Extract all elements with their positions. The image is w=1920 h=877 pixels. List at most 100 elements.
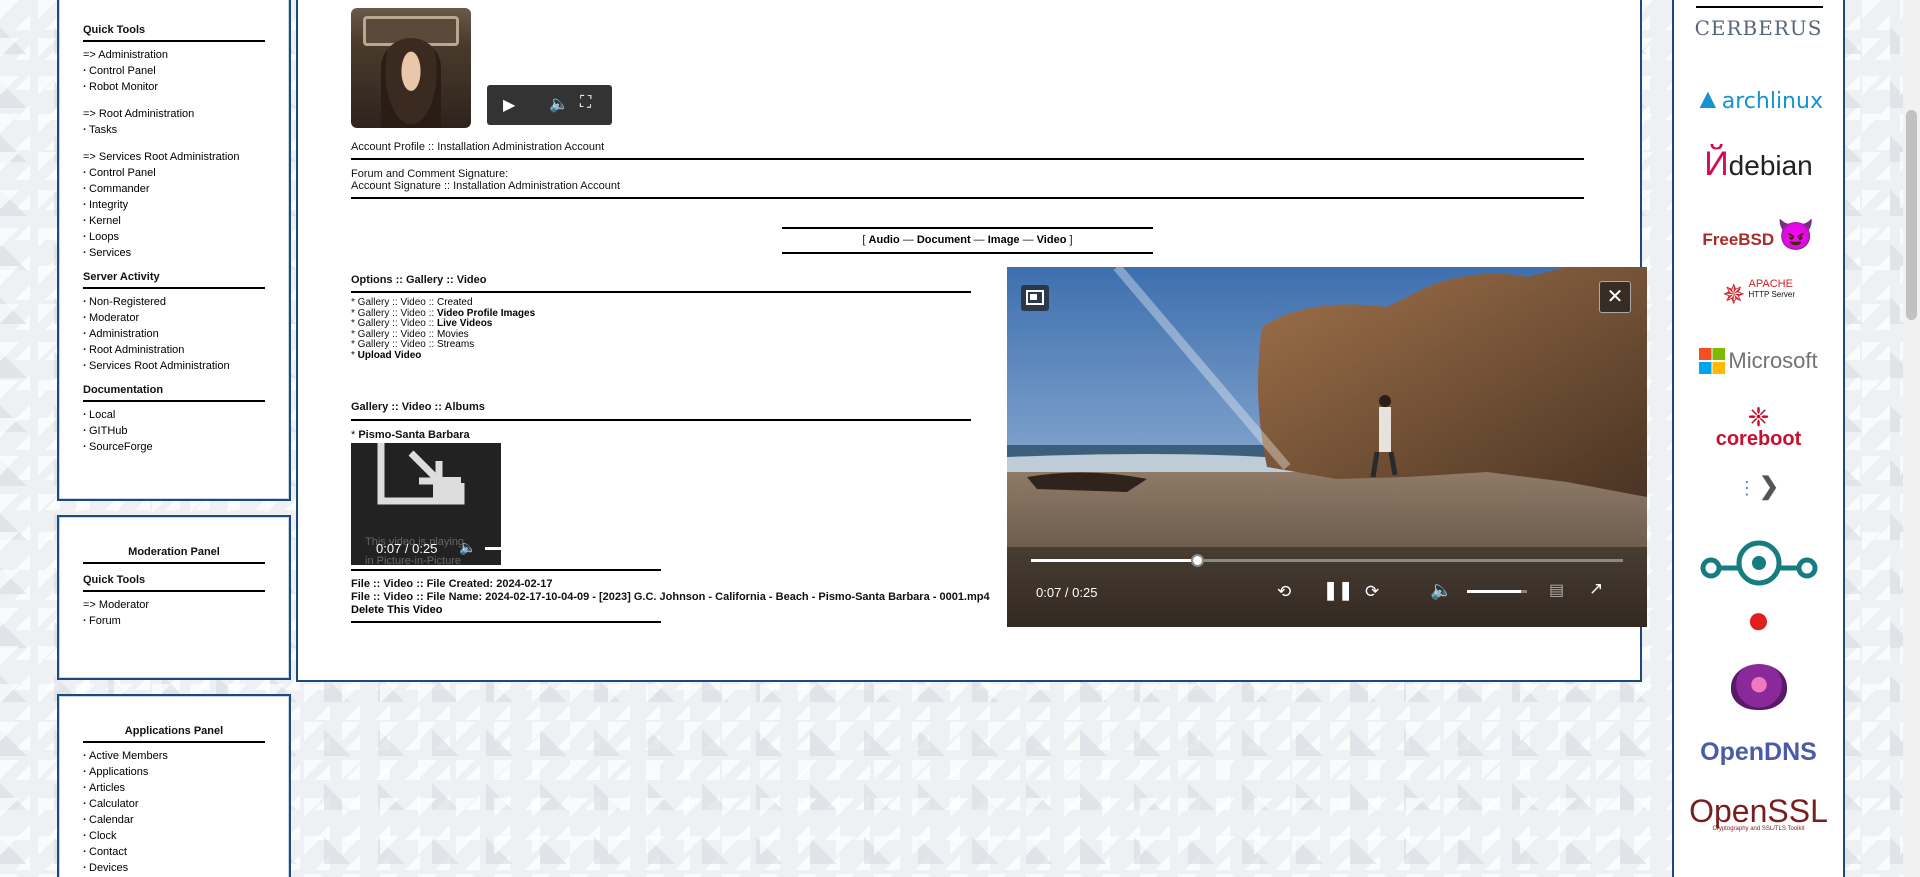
moderation-item-forum[interactable]: · Forum (83, 613, 265, 629)
nav-item-services-root-administration[interactable]: => Services Root Administration (83, 149, 265, 165)
profile-video-thumbnail[interactable] (351, 8, 471, 128)
album-video-placeholder[interactable]: This video is playing in Picture-in-Pict… (351, 443, 501, 565)
lineageos-logo[interactable] (1674, 538, 1843, 591)
file-created: File :: Video :: File Created: 2024-02-1… (351, 578, 553, 590)
server-activity-title: Server Activity (83, 267, 265, 289)
nav-item-loops[interactable]: · Loops (83, 229, 265, 245)
options-title: Options :: Gallery :: Video (351, 274, 487, 286)
media-tab-image[interactable]: Image (988, 234, 1020, 246)
server-activity-services-root-administration[interactable]: · Services Root Administration (83, 358, 265, 374)
opendns-logo[interactable]: OpenDNS (1674, 738, 1843, 767)
nav-item-root-administration[interactable]: => Root Administration (83, 106, 265, 122)
fullscreen-icon[interactable]: ⛶ (580, 94, 591, 112)
pip-progress-bar[interactable] (1031, 554, 1623, 567)
nav-separator: — (1019, 234, 1037, 246)
apache-logo[interactable]: ✵ APACHE HTTP Server (1674, 278, 1843, 311)
profile-video-controls[interactable]: ▶ 🔈 ⛶ (487, 85, 612, 125)
nav-separator: — (899, 234, 917, 246)
file-name: File :: Video :: File Name: 2024-02-17-1… (351, 591, 990, 603)
quick-tools-section: Quick Tools => Administration · Control Pa… (83, 20, 265, 455)
nav-item-control-panel[interactable]: · Control Panel (83, 165, 265, 181)
close-icon: ✕ (1606, 286, 1624, 308)
small-player-time: 0:07 / 0:25 (376, 541, 438, 556)
moderation-quick-tools-title: Quick Tools (83, 570, 265, 592)
app-item-devices[interactable]: · Devices (83, 860, 265, 876)
nav-item-kernel[interactable]: · Kernel (83, 213, 265, 229)
debian-logo[interactable]: Йdebian (1674, 145, 1843, 184)
rewind-icon[interactable]: ⟲ (1277, 582, 1291, 602)
doc-link-local[interactable]: · Local (83, 407, 265, 423)
app-item-articles[interactable]: · Articles (83, 780, 265, 796)
server-activity-moderator[interactable]: · Moderator (83, 310, 265, 326)
play-icon[interactable]: ▶ (503, 95, 515, 115)
tomato-icon: ● (1746, 598, 1771, 642)
openssl-logo[interactable]: OpenSSL Cryptography and SSL/TLS Toolkit (1674, 793, 1843, 832)
moderation-panel-title: Moderation Panel (83, 542, 265, 564)
app-item-active-members[interactable]: · Active Members (83, 748, 265, 764)
app-item-clock[interactable]: · Clock (83, 828, 265, 844)
server-activity-administration[interactable]: · Administration (83, 326, 265, 342)
chevron-right-icon: ❯ (1758, 473, 1780, 500)
moderation-panel: Moderation Panel Quick Tools => Moderato… (57, 515, 291, 680)
doc-link-github[interactable]: · GITHub (83, 423, 265, 439)
small-player-volume-icon[interactable]: 🔈 (459, 539, 476, 556)
media-tab-audio[interactable]: Audio (869, 234, 900, 246)
scrollbar-thumb[interactable] (1906, 110, 1917, 320)
media-tab-document[interactable]: Document (917, 234, 971, 246)
gallery-option-upload-video[interactable]: * Upload Video (351, 350, 535, 362)
media-tab-video[interactable]: Video (1037, 234, 1067, 246)
doc-link-sourceforge[interactable]: · SourceForge (83, 439, 265, 455)
applications-panel-title: Applications Panel (83, 721, 265, 743)
applications-panel: Applications Panel · Active Members · Appli… (57, 694, 291, 877)
pip-volume-icon[interactable]: 🔈 (1430, 580, 1452, 601)
pip-time: 0:07 / 0:25 (1036, 585, 1098, 600)
arch-icon: ▲ (1694, 83, 1722, 114)
archlinux-logo[interactable]: ▲archlinux (1674, 83, 1843, 115)
dots-arrow-logo[interactable]: ⋮ ❯ (1674, 472, 1843, 501)
pip-volume-slider[interactable] (1467, 590, 1527, 593)
volume-icon[interactable]: 🔈 (549, 94, 569, 114)
captions-icon[interactable]: ▤ (1549, 580, 1564, 600)
nav-item-control-panel[interactable]: · Control Panel (83, 63, 265, 79)
progress-thumb[interactable] (1190, 554, 1204, 567)
cerberus-logo[interactable]: CERBERUS (1674, 16, 1843, 40)
left-navigation-panel: Quick Tools => Administration · Control Pa… (57, 0, 291, 501)
microsoft-logo[interactable]: Microsoft (1674, 348, 1843, 374)
nav-item-tasks[interactable]: · Tasks (83, 122, 265, 138)
back-to-tab-button[interactable] (1021, 285, 1049, 311)
server-activity-root-administration[interactable]: · Root Administration (83, 342, 265, 358)
freebsd-logo[interactable]: FreeBSD 😈 (1674, 218, 1843, 253)
lotus-logo[interactable] (1674, 664, 1843, 713)
app-item-calculator[interactable]: · Calculator (83, 796, 265, 812)
forum-signature-label: Forum and Comment Signature: (351, 168, 509, 180)
beach-scene-video (1007, 267, 1647, 627)
forward-icon[interactable]: ⟳ (1365, 582, 1379, 602)
app-item-contact[interactable]: · Contact (83, 844, 265, 860)
page-scrollbar[interactable] (1903, 0, 1920, 877)
documentation-title: Documentation (83, 380, 265, 402)
close-pip-button[interactable]: ✕ (1599, 281, 1631, 313)
server-activity-non-registered[interactable]: · Non-Registered (83, 294, 265, 310)
coreboot-logo[interactable]: ❈ coreboot (1674, 402, 1843, 451)
nav-item-commander[interactable]: · Commander (83, 181, 265, 197)
sponsor-logo-column: CERBERUS ▲archlinux Йdebian FreeBSD 😈 ✵ … (1672, 0, 1845, 877)
picture-in-picture-icon (377, 443, 465, 505)
lineage-icon (1700, 540, 1817, 586)
account-profile-text: Account Profile :: Installation Administ… (351, 141, 605, 153)
album-name[interactable]: * Pismo-Santa Barbara (351, 429, 470, 441)
nav-item-robot-monitor[interactable]: · Robot Monitor (83, 79, 265, 95)
nav-item-administration[interactable]: => Administration (83, 47, 265, 63)
coreboot-bird-icon: ❈ (1747, 402, 1770, 432)
nav-item-integrity[interactable]: · Integrity (83, 197, 265, 213)
moderation-item-moderator[interactable]: => Moderator (83, 597, 265, 613)
fullscreen-icon[interactable]: ↗ (1589, 579, 1603, 599)
account-signature-text: Account Signature :: Installation Admini… (351, 180, 621, 192)
delete-video-link[interactable]: Delete This Video (351, 604, 443, 616)
nav-item-services[interactable]: · Services (83, 245, 265, 261)
pause-icon[interactable]: ❚❚ (1323, 580, 1353, 601)
app-item-calendar[interactable]: · Calendar (83, 812, 265, 828)
app-item-applications[interactable]: · Applications (83, 764, 265, 780)
picture-in-picture-window[interactable]: ✕ 0:07 / 0:25 ⟲ ❚❚ ⟳ 🔈 ▤ ↗ (1007, 267, 1647, 627)
tomato-logo[interactable]: ● (1674, 598, 1843, 643)
lotus-icon (1730, 664, 1787, 710)
